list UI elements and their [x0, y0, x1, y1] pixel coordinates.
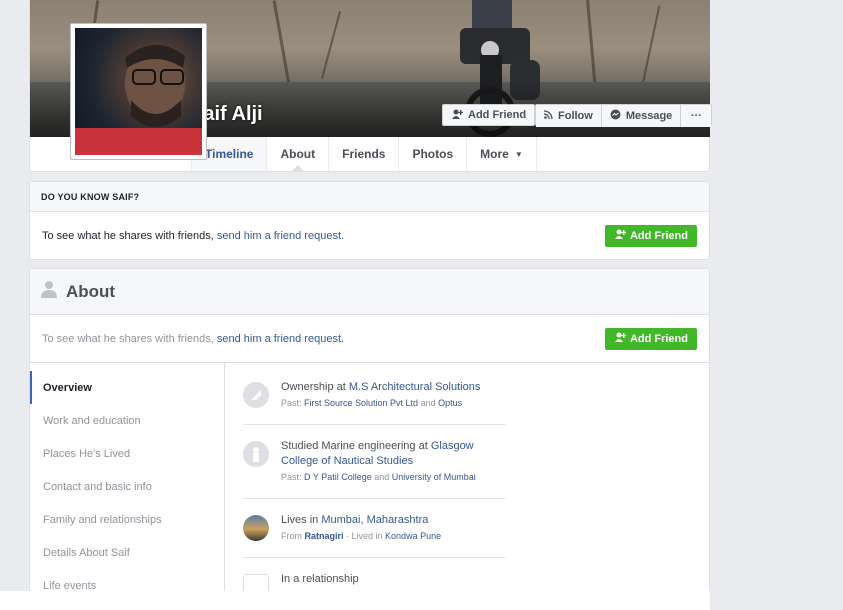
work-past-prefix: Past:	[281, 398, 305, 408]
tab-more[interactable]: More ▼	[467, 137, 537, 171]
tab-more-label: More	[480, 147, 509, 161]
city-thumbnail-icon	[243, 515, 269, 541]
tab-about[interactable]: About	[267, 137, 330, 171]
add-friend-icon	[451, 109, 464, 122]
list-item: Lives in Mumbai, Maharashtra From Ratnag…	[243, 513, 506, 558]
profile-header: Saif Alji Add Friend Follow Message ···	[29, 0, 713, 172]
education-past-mid: and	[371, 472, 392, 482]
message-button[interactable]: Message	[601, 105, 682, 127]
work-past-link-1[interactable]: First Source Solution Pvt Ltd	[304, 398, 418, 408]
message-label: Message	[625, 110, 673, 122]
sidebar-item-places-lived[interactable]: Places He's Lived	[30, 437, 224, 470]
education-past-link-2[interactable]: University of Mumbai	[392, 472, 476, 482]
work-past-link-2[interactable]: Optus	[438, 398, 462, 408]
rss-icon	[543, 110, 553, 122]
lived-in-link[interactable]: Kondwa Pune	[385, 531, 441, 541]
avatar	[75, 28, 202, 155]
sidebar-item-details[interactable]: Details About Saif	[30, 536, 224, 569]
tab-photos[interactable]: Photos	[399, 137, 468, 171]
work-link[interactable]: M.S Architectural Solutions	[349, 381, 480, 393]
more-dots-icon: ···	[690, 110, 702, 122]
friend-request-link[interactable]: send him a friend request.	[217, 230, 344, 242]
about-friend-request-link[interactable]: send him a friend request.	[217, 333, 344, 345]
about-add-friend-button[interactable]: Add Friend	[604, 327, 697, 350]
sidebar-item-work-education[interactable]: Work and education	[30, 404, 224, 437]
lives-prefix: Lives in	[281, 514, 322, 526]
messenger-icon	[610, 109, 621, 123]
add-friend-icon	[614, 332, 627, 345]
page-bottom-overlay	[0, 591, 710, 610]
profile-picture[interactable]	[70, 23, 207, 160]
more-options-button[interactable]: ···	[681, 105, 712, 127]
list-item: Studied Marine engineering at Glasgow Co…	[243, 439, 506, 499]
do-you-know-heading: DO YOU KNOW SAIF?	[30, 182, 709, 212]
work-prefix: Ownership at	[281, 381, 349, 393]
follow-button[interactable]: Follow	[536, 105, 602, 127]
add-friend-icon	[614, 229, 627, 242]
about-share-prefix: To see what he shares with friends,	[42, 332, 217, 345]
sidebar-item-contact-info[interactable]: Contact and basic info	[30, 470, 224, 503]
do-you-know-prefix: To see what he shares with friends,	[42, 229, 217, 242]
education-icon	[243, 441, 269, 467]
overview-content: Ownership at M.S Architectural Solutions…	[225, 363, 709, 609]
profile-actions: Follow Message ···	[535, 104, 713, 127]
education-past-prefix: Past:	[281, 472, 305, 482]
about-card: About To see what he shares with friends…	[29, 268, 710, 610]
follow-label: Follow	[558, 110, 593, 122]
education-past-link-1[interactable]: D Y Patil College	[304, 472, 372, 482]
add-friend-label: Add Friend	[468, 109, 527, 121]
about-title: About	[66, 281, 116, 301]
education-prefix: Studied Marine engineering at	[281, 440, 431, 452]
from-prefix: From	[281, 531, 305, 541]
about-sidebar: Overview Work and education Places He's …	[30, 363, 225, 609]
lived-in-mid: · Lived in	[343, 531, 386, 541]
list-item: Ownership at M.S Architectural Solutions…	[243, 380, 506, 425]
work-past-mid: and	[418, 398, 439, 408]
tab-friends[interactable]: Friends	[329, 137, 400, 171]
lives-link[interactable]: Mumbai, Maharashtra	[321, 514, 428, 526]
sidebar-item-overview[interactable]: Overview	[30, 371, 224, 404]
add-friend-green-button[interactable]: Add Friend	[604, 224, 697, 247]
about-add-friend-label: Add Friend	[629, 332, 688, 345]
add-friend-button[interactable]: Add Friend	[442, 104, 536, 126]
do-you-know-card: DO YOU KNOW SAIF? To see what he shares …	[29, 181, 710, 260]
sidebar-item-family-relationships[interactable]: Family and relationships	[30, 503, 224, 536]
chevron-down-icon: ▼	[514, 149, 523, 159]
person-icon	[40, 280, 58, 303]
relationship-text: In a relationship	[281, 573, 359, 585]
add-friend-green-label: Add Friend	[629, 229, 688, 242]
do-you-know-text: To see what he shares with friends, send…	[42, 230, 344, 242]
from-link[interactable]: Ratnagiri	[305, 531, 344, 541]
about-share-text: To see what he shares with friends, send…	[42, 333, 344, 345]
work-icon	[243, 382, 269, 408]
